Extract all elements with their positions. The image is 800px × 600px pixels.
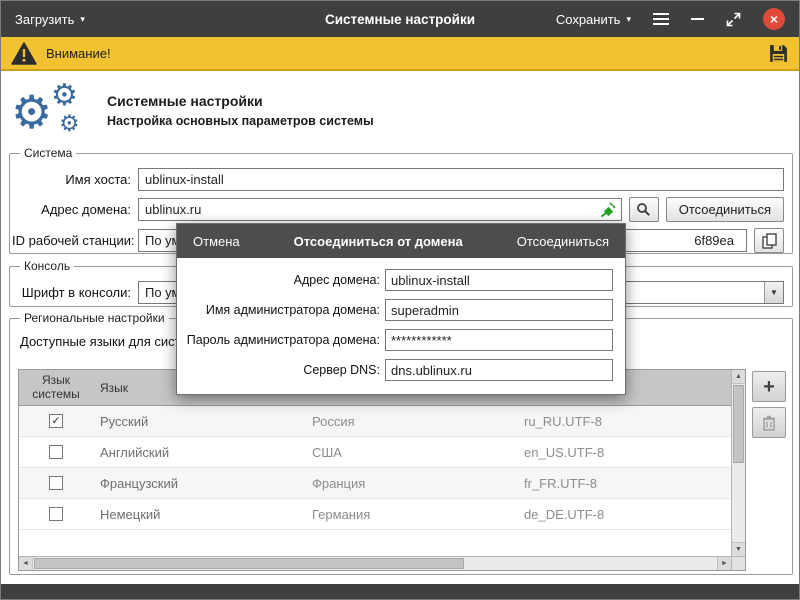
- disconnect-domain-dialog: Отмена Отсоединиться от домена Отсоедини…: [176, 223, 626, 395]
- titlebar: Загрузить ▾ Системные настройки Сохранит…: [1, 1, 799, 37]
- gear-icon: ⚙: [11, 89, 52, 135]
- table-row[interactable]: Французский Франция fr_FR.UTF-8: [19, 468, 745, 499]
- console-group-legend: Консоль: [20, 259, 74, 273]
- dialog-header: Отмена Отсоединиться от домена Отсоедини…: [177, 224, 625, 258]
- vertical-scrollbar[interactable]: ▲ ▼: [731, 370, 745, 556]
- cell-locale: en_US.UTF-8: [517, 445, 745, 460]
- row-checkbox[interactable]: [49, 507, 63, 521]
- dialog-dns-server-input[interactable]: [385, 359, 613, 381]
- titlebar-actions: Сохранить ▾ ×: [556, 8, 785, 30]
- row-checkbox[interactable]: ✓: [49, 414, 63, 428]
- gear-icon: ⚙: [51, 81, 78, 111]
- chevron-down-icon: ▾: [626, 15, 631, 24]
- horizontal-scrollbar-thumb[interactable]: [34, 558, 464, 569]
- cell-country: Россия: [305, 414, 517, 429]
- save-button-label: Сохранить: [556, 12, 621, 27]
- cell-language: Русский: [93, 414, 305, 429]
- save-button[interactable]: Сохранить ▾: [556, 12, 631, 27]
- dialog-admin-password-label: Пароль администратора домена:: [185, 333, 385, 347]
- gear-icon: ⚙: [59, 112, 80, 135]
- save-shortcut-button[interactable]: [768, 43, 789, 64]
- cell-language: Французский: [93, 476, 305, 491]
- hamburger-icon: [653, 13, 669, 25]
- maximize-icon: [726, 12, 741, 27]
- dialog-title: Отсоединиться от домена: [240, 234, 517, 249]
- chevron-down-icon: ▾: [80, 15, 85, 24]
- cell-language: Английский: [93, 445, 305, 460]
- dialog-domain-label: Адрес домена:: [185, 273, 385, 287]
- cell-locale: ru_RU.UTF-8: [517, 414, 745, 429]
- cell-locale: de_DE.UTF-8: [517, 507, 745, 522]
- app-window: Загрузить ▾ Системные настройки Сохранит…: [0, 0, 800, 600]
- cell-country: Германия: [305, 507, 517, 522]
- table-row[interactable]: Немецкий Германия de_DE.UTF-8: [19, 499, 745, 530]
- scroll-down-icon[interactable]: ▼: [732, 542, 745, 556]
- cell-country: Франция: [305, 476, 517, 491]
- load-button-label: Загрузить: [15, 12, 74, 27]
- hostname-label: Имя хоста:: [12, 172, 138, 187]
- dialog-dns-server-label: Сервер DNS:: [185, 363, 385, 377]
- maximize-button[interactable]: [726, 12, 741, 27]
- scroll-up-icon[interactable]: ▲: [732, 370, 745, 384]
- dialog-admin-name-input[interactable]: [385, 299, 613, 321]
- console-font-label: Шрифт в консоли:: [12, 285, 138, 300]
- domain-search-button[interactable]: [629, 197, 659, 222]
- row-checkbox[interactable]: [49, 476, 63, 490]
- minimize-button[interactable]: [691, 18, 704, 20]
- system-group-legend: Система: [20, 146, 76, 160]
- table-row[interactable]: Английский США en_US.UTF-8: [19, 437, 745, 468]
- hostname-input[interactable]: [138, 168, 784, 191]
- warning-bar: Внимание!: [1, 37, 799, 71]
- table-row[interactable]: ✓ Русский Россия ru_RU.UTF-8: [19, 406, 745, 437]
- cell-language: Немецкий: [93, 507, 305, 522]
- copy-button[interactable]: [754, 228, 784, 253]
- workstation-id-value-end: 6f89ea: [694, 233, 734, 248]
- cell-locale: fr_FR.UTF-8: [517, 476, 745, 491]
- trash-icon: [762, 415, 776, 431]
- scroll-right-icon[interactable]: ►: [717, 557, 731, 570]
- load-button[interactable]: Загрузить ▾: [15, 12, 85, 27]
- plus-icon: +: [763, 377, 775, 397]
- page-title: Системные настройки: [107, 93, 263, 109]
- horizontal-scrollbar[interactable]: ◄ ►: [19, 556, 731, 570]
- dialog-domain-input[interactable]: [385, 269, 613, 291]
- plug-connected-icon: [600, 201, 617, 223]
- dialog-cancel-button[interactable]: Отмена: [193, 234, 240, 249]
- regional-group-legend: Региональные настройки: [20, 311, 169, 325]
- gears-icon: ⚙ ⚙ ⚙: [11, 81, 103, 143]
- domain-label: Адрес домена:: [12, 202, 138, 217]
- languages-table: Язык системы Язык ✓ Русский Россия ru_RU…: [18, 369, 746, 571]
- row-checkbox[interactable]: [49, 445, 63, 459]
- warning-icon: [11, 42, 37, 65]
- scrollbar-corner: [731, 556, 745, 570]
- workstation-id-label: ID рабочей станции:: [12, 233, 138, 248]
- dialog-admin-password-input[interactable]: [385, 329, 613, 351]
- minimize-icon: [691, 18, 704, 20]
- column-header-system-language[interactable]: Язык системы: [19, 370, 93, 405]
- scroll-left-icon[interactable]: ◄: [19, 557, 33, 570]
- close-icon: ×: [770, 12, 778, 26]
- add-language-button[interactable]: +: [752, 371, 786, 402]
- cell-country: США: [305, 445, 517, 460]
- copy-icon: [762, 233, 777, 249]
- warning-text: Внимание!: [46, 46, 111, 61]
- floppy-save-icon: [768, 43, 789, 64]
- dropdown-arrow-icon: ▼: [764, 282, 783, 303]
- domain-input[interactable]: [138, 198, 622, 221]
- delete-language-button[interactable]: [752, 407, 786, 438]
- vertical-scrollbar-thumb[interactable]: [733, 385, 744, 463]
- disconnect-button[interactable]: Отсоединиться: [666, 197, 784, 222]
- close-button[interactable]: ×: [763, 8, 785, 30]
- dialog-admin-name-label: Имя администратора домена:: [185, 303, 385, 317]
- dialog-body: Адрес домена: Имя администратора домена:…: [177, 258, 625, 394]
- status-bar: [1, 584, 799, 599]
- search-icon: [636, 202, 651, 217]
- page-subtitle: Настройка основных параметров системы: [107, 114, 374, 128]
- menu-button[interactable]: [653, 13, 669, 25]
- dialog-disconnect-button[interactable]: Отсоединиться: [517, 234, 609, 249]
